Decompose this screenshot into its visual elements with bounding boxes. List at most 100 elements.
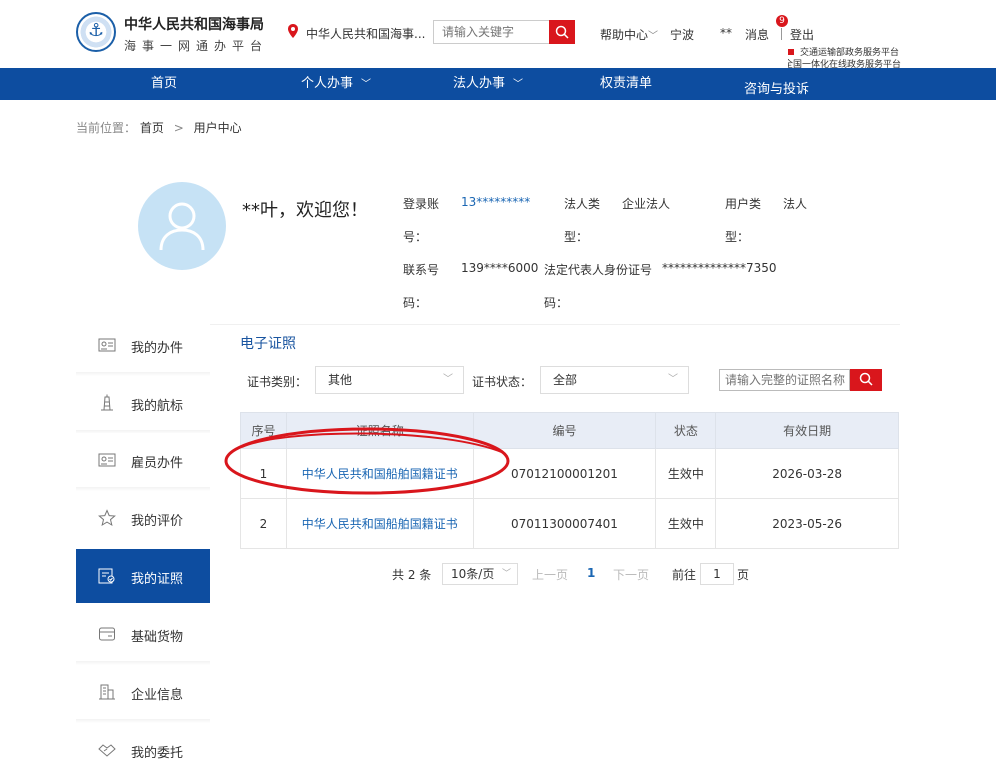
- main-nav: 首页 个人办事 ﹀ 法人办事 ﹀ 权责清单 咨询与投诉: [0, 68, 996, 100]
- chevron-right-icon: >: [173, 121, 184, 135]
- cell-no: 1: [240, 448, 287, 499]
- page-size-select[interactable]: 10条/页 ﹀: [442, 563, 518, 585]
- column-header: 状态: [655, 412, 717, 449]
- brand-title[interactable]: 中华人民共和国海事局: [124, 14, 264, 34]
- star-icon: [98, 509, 116, 527]
- welcome-text: **叶，欢迎您！: [242, 200, 368, 221]
- search-icon: [555, 25, 569, 39]
- location-pin-icon: [288, 24, 298, 38]
- nav-legal[interactable]: 法人办事 ﹀: [453, 68, 523, 100]
- account-label-2: 号：: [403, 230, 428, 244]
- cert-name-link[interactable]: 中华人民共和国船舶国籍证书: [285, 498, 474, 549]
- phone-label: 联系号: [403, 263, 440, 277]
- sidebar-item-label: 我的评价: [131, 514, 184, 529]
- prev-page-button[interactable]: 上一页: [532, 566, 568, 583]
- sidebar-item-company-info[interactable]: 企业信息: [76, 665, 210, 719]
- goto-page-input[interactable]: 1: [700, 563, 734, 585]
- chevron-down-icon: ﹀: [648, 31, 659, 42]
- sidebar-item-basic-cargo[interactable]: 基础货物: [76, 607, 210, 661]
- brand-subtitle: 海事一网通办平台: [124, 39, 269, 53]
- chevron-down-icon: ﹀: [513, 79, 524, 90]
- sidebar-item-label: 我的航标: [131, 399, 184, 414]
- cell-no: 2: [240, 498, 287, 549]
- goto-label: 前往: [672, 568, 697, 582]
- cert-search-button[interactable]: [850, 369, 882, 391]
- pagination-total: 共 2 条: [392, 568, 432, 582]
- chevron-down-icon: ﹀: [443, 374, 453, 385]
- cert-type-value: 其他: [328, 373, 353, 387]
- sidebar-item-label: 雇员办件: [131, 456, 184, 471]
- divider: [781, 28, 782, 40]
- cell-code: 07012100001201: [472, 448, 657, 499]
- nav-rights[interactable]: 权责清单: [600, 68, 652, 100]
- user-icon: [159, 202, 205, 251]
- sidebar-item-my-delegations[interactable]: 我的委托: [76, 723, 210, 765]
- platform-link-transport[interactable]: 交通运输部政务服务平台: [788, 47, 901, 59]
- cell-date: 2023-05-26: [715, 498, 899, 549]
- city-link[interactable]: 宁波: [670, 26, 694, 43]
- platform-line1: 交通运输部政务服务平台: [800, 48, 900, 58]
- account-label: 登录账: [403, 197, 440, 211]
- msa-logo-icon[interactable]: [76, 12, 116, 52]
- user-type-value: 法人: [783, 197, 808, 211]
- sidebar-item-my-reviews[interactable]: 我的评价: [76, 491, 210, 545]
- chevron-down-icon: ﹀: [501, 569, 511, 579]
- section-title: 电子证照: [240, 336, 296, 352]
- nav-personal-label: 个人办事: [301, 76, 354, 91]
- site-header: 中华人民共和国海事局 海事一网通办平台 中华人民共和国海事... 帮助中心﹀ 宁…: [0, 0, 996, 69]
- nav-home[interactable]: 首页: [151, 68, 177, 100]
- cell-status: 生效中: [655, 498, 717, 549]
- box-icon: [99, 627, 115, 641]
- legal-id-label: 法定代表人身份证号: [544, 263, 653, 277]
- chevron-down-icon: ﹀: [361, 79, 372, 90]
- cert-type-label: 证书类别：: [247, 375, 308, 389]
- search-icon: [859, 372, 873, 386]
- user-type-label: 用户类: [725, 197, 762, 211]
- cell-date: 2026-03-28: [715, 448, 899, 499]
- column-header: 序号: [240, 412, 287, 449]
- site-search-input[interactable]: [433, 20, 549, 44]
- breadcrumb-current: 用户中心: [193, 121, 242, 135]
- column-header: 证照名称: [285, 412, 474, 449]
- nav-consult[interactable]: 咨询与投诉: [744, 74, 809, 106]
- cert-status-select[interactable]: 全部 ﹀: [540, 366, 689, 394]
- id-card-icon: [98, 338, 116, 352]
- site-search-button[interactable]: [549, 20, 575, 44]
- nav-legal-label: 法人办事: [453, 76, 506, 91]
- nav-personal[interactable]: 个人办事 ﹀: [301, 68, 371, 100]
- cert-name-link[interactable]: 中华人民共和国船舶国籍证书: [285, 448, 474, 499]
- breadcrumb-home[interactable]: 首页: [140, 121, 164, 135]
- phone-label-2: 码：: [403, 296, 428, 310]
- table-header-row: 序号 证照名称 编号 状态 有效日期: [240, 412, 899, 449]
- legal-type-label: 法人类: [564, 197, 601, 211]
- sidebar-item-employee-cases[interactable]: 雇员办件: [76, 433, 210, 487]
- sidebar-item-my-beacons[interactable]: 我的航标: [76, 376, 210, 430]
- page-size-value: 10条/页: [451, 567, 495, 581]
- column-header: 编号: [472, 412, 657, 449]
- legal-id-value: **************7350: [662, 261, 777, 275]
- legal-id-label-2: 码：: [544, 296, 569, 310]
- red-square-icon: [788, 49, 794, 55]
- handshake-icon: [98, 744, 116, 757]
- account-value: 13*********: [461, 195, 531, 209]
- sidebar-item-label: 企业信息: [131, 688, 184, 703]
- help-center-link[interactable]: 帮助中心﹀: [600, 26, 658, 43]
- cert-name-search-input[interactable]: [719, 369, 850, 391]
- logout-link[interactable]: 登出: [790, 26, 814, 43]
- legal-type-label-2: 型：: [564, 230, 589, 244]
- cell-status: 生效中: [655, 448, 717, 499]
- current-page[interactable]: 1: [587, 566, 595, 580]
- table-row: 2 中华人民共和国船舶国籍证书 07011300007401 生效中 2023-…: [240, 498, 899, 549]
- user-name[interactable]: **: [720, 26, 732, 40]
- location-selector[interactable]: 中华人民共和国海事...: [306, 25, 426, 42]
- cert-status-value: 全部: [553, 373, 578, 387]
- table-row: 1 中华人民共和国船舶国籍证书 07012100001201 生效中 2026-…: [240, 448, 899, 499]
- sidebar-item-my-certificates[interactable]: 我的证照: [76, 549, 210, 603]
- certificate-icon: [98, 568, 115, 584]
- avatar[interactable]: [138, 182, 226, 270]
- next-page-button[interactable]: 下一页: [613, 566, 649, 583]
- messages-link[interactable]: 消息: [745, 26, 769, 43]
- cert-type-select[interactable]: 其他 ﹀: [315, 366, 464, 394]
- sidebar-item-label: 我的委托: [131, 746, 184, 761]
- sidebar-item-my-cases[interactable]: 我的办件: [76, 318, 210, 372]
